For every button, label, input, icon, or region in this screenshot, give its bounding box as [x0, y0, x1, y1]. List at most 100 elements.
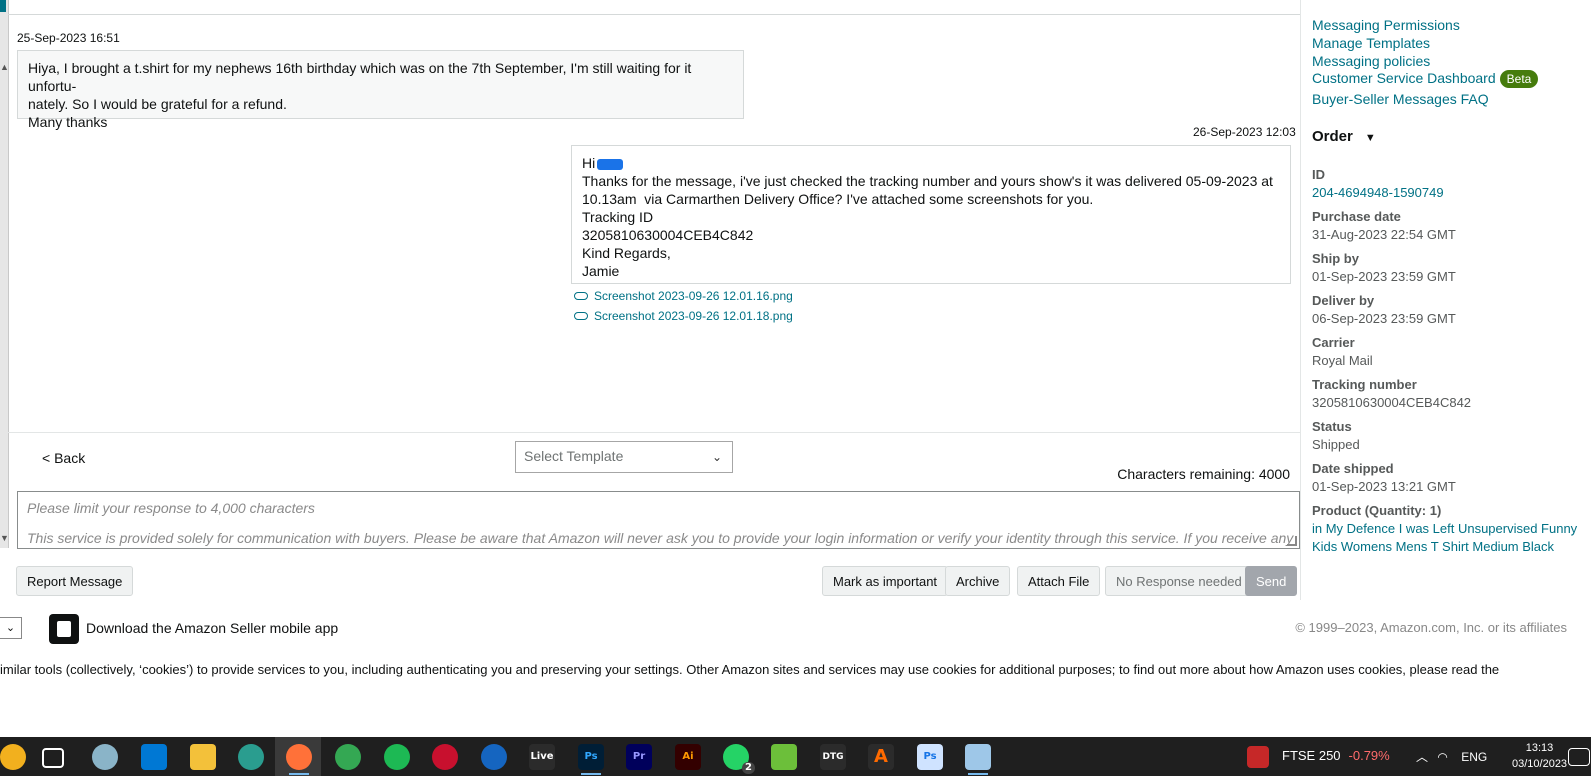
date-shipped-value: 01-Sep-2023 13:21 GMT — [1312, 479, 1456, 494]
notifications-icon[interactable] — [1568, 748, 1590, 766]
firefox-icon[interactable] — [286, 744, 312, 770]
clock-date: 03/10/2023 — [1512, 758, 1568, 770]
orange-a-app-icon[interactable]: A — [868, 744, 894, 770]
photoshop-icon[interactable]: Ps — [578, 744, 604, 770]
message-line: Thanks for the message, i've just checke… — [582, 173, 1273, 189]
chevron-down-icon: ⌄ — [711, 450, 722, 464]
date-shipped-label: Date shipped — [1312, 461, 1394, 476]
deliver-by-label: Deliver by — [1312, 293, 1375, 308]
stack-app-icon[interactable] — [771, 744, 797, 770]
select-template-label: Select Template — [524, 448, 624, 464]
page-footer: ⌄ Download the Amazon Seller mobile app … — [0, 601, 1591, 731]
store-icon[interactable] — [141, 744, 167, 770]
message-line: Hiya, I brought a t.shirt for my nephews… — [28, 60, 696, 94]
greeting: Hi — [582, 155, 596, 171]
deliver-by-value: 06-Sep-2023 23:59 GMT — [1312, 311, 1456, 326]
copyright-text: © 1999–2023, Amazon.com, Inc. or its aff… — [1295, 620, 1567, 635]
ship-by-label: Ship by — [1312, 251, 1359, 266]
paperclip-icon — [574, 312, 588, 320]
paperclip-icon — [574, 292, 588, 300]
notepad-icon[interactable] — [965, 744, 991, 770]
messaging-permissions-link[interactable]: Messaging Permissions — [1312, 17, 1460, 33]
windows-taskbar: Live Ps Pr Ai 2 DTG A Ps FTSE 250 -0.79% … — [0, 737, 1591, 776]
system-tray[interactable]: ︿ ◠ ENG — [1416, 748, 1487, 765]
messaging-policies-link[interactable]: Messaging policies — [1312, 53, 1430, 69]
rocket-app-icon[interactable] — [92, 744, 118, 770]
placeholder-line: This service is provided solely for comm… — [27, 530, 1294, 546]
beta-badge: Beta — [1499, 70, 1539, 88]
attachment-link[interactable]: Screenshot 2023-09-26 12.01.16.png — [574, 289, 793, 303]
incoming-timestamp: 25-Sep-2023 16:51 — [17, 31, 120, 45]
file-explorer-icon[interactable] — [190, 744, 216, 770]
photoshop-express-icon[interactable]: Ps — [917, 744, 943, 770]
no-response-needed-button[interactable]: No Response needed — [1105, 566, 1253, 596]
ftse-change: -0.79% — [1348, 748, 1390, 763]
task-view-icon[interactable] — [42, 748, 64, 768]
purchase-date-label: Purchase date — [1312, 209, 1401, 224]
status-value: Shipped — [1312, 437, 1360, 452]
back-link[interactable]: < Back — [42, 450, 85, 466]
archive-button[interactable]: Archive — [945, 566, 1011, 596]
message-line: Kind Regards, — [582, 245, 671, 261]
system-clock[interactable]: 13:13 03/10/2023 — [1512, 740, 1567, 772]
message-line: 10.13am via Carmarthen Delivery Office? … — [582, 191, 1094, 207]
buyer-seller-faq-link[interactable]: Buyer-Seller Messages FAQ — [1312, 91, 1489, 107]
product-link[interactable]: Kids Womens Mens T Shirt Medium Black — [1312, 539, 1554, 554]
premiere-icon[interactable]: Pr — [626, 744, 652, 770]
outgoing-timestamp: 26-Sep-2023 12:03 — [1193, 125, 1296, 139]
incoming-message: Hiya, I brought a t.shirt for my nephews… — [17, 50, 744, 130]
side-panel: Messaging Permissions Manage Templates M… — [1312, 0, 1591, 600]
red-app-icon[interactable] — [432, 744, 458, 770]
order-id-link[interactable]: 204-4694948-1590749 — [1312, 185, 1444, 200]
send-button[interactable]: Send — [1245, 566, 1298, 596]
manage-templates-link[interactable]: Manage Templates — [1312, 35, 1430, 51]
message-line: Tracking ID — [582, 209, 654, 225]
message-line: Jamie — [582, 263, 620, 279]
mark-important-button[interactable]: Mark as important — [822, 566, 949, 596]
attachment-link[interactable]: Screenshot 2023-09-26 12.01.18.png — [574, 309, 793, 323]
start-flower-icon[interactable] — [0, 744, 26, 770]
status-label: Status — [1312, 419, 1352, 434]
resize-grip-icon[interactable] — [1287, 536, 1297, 546]
product-label: Product (Quantity: 1) — [1312, 503, 1442, 518]
amazon-app-icon[interactable] — [49, 614, 79, 644]
ftse-label: FTSE 250 — [1282, 748, 1341, 763]
attach-file-button[interactable]: Attach File — [1017, 566, 1101, 596]
compose-divider — [8, 432, 1300, 433]
redacted-name — [597, 158, 624, 170]
product-link[interactable]: in My Defence I was Left Unsupervised Fu… — [1312, 521, 1577, 536]
report-message-button[interactable]: Report Message — [16, 566, 134, 596]
wifi-icon[interactable]: ◠ — [1437, 750, 1447, 764]
message-line: 3205810630004CEB4C842 — [582, 227, 754, 243]
stock-chart-icon[interactable] — [1247, 746, 1269, 768]
live-app-icon[interactable]: Live — [529, 744, 555, 770]
select-template-dropdown[interactable]: Select Template ⌄ — [515, 441, 733, 473]
ftse-widget[interactable]: FTSE 250 -0.79% — [1282, 748, 1390, 763]
chevron-down-icon: ⌄ — [5, 622, 16, 634]
customer-service-dashboard-link[interactable]: Customer Service Dashboard Beta — [1312, 70, 1539, 88]
placeholder-line: Please limit your response to 4,000 char… — [27, 500, 315, 516]
chevron-up-icon[interactable]: ︿ — [1416, 750, 1428, 764]
dtg-app-icon[interactable]: DTG — [820, 744, 846, 770]
purchase-date-value: 31-Aug-2023 22:54 GMT — [1312, 227, 1456, 242]
tracking-number-label: Tracking number — [1312, 377, 1417, 392]
illustrator-icon[interactable]: Ai — [675, 744, 701, 770]
outgoing-message: Hi Thanks for the message, i've just che… — [571, 145, 1291, 284]
whatsapp-icon[interactable]: 2 — [723, 744, 755, 774]
cookie-notice: imilar tools (collectively, ‘cookies’) t… — [0, 662, 1500, 677]
download-app-link[interactable]: Download the Amazon Seller mobile app — [86, 620, 338, 636]
blue-app-icon[interactable] — [481, 744, 507, 770]
ship-by-value: 01-Sep-2023 23:59 GMT — [1312, 269, 1456, 284]
chrome-icon[interactable] — [335, 744, 361, 770]
clock-time: 13:13 — [1525, 742, 1554, 754]
carrier-value: Royal Mail — [1312, 353, 1373, 368]
order-id-label: ID — [1312, 167, 1325, 182]
language-indicator[interactable]: ENG — [1461, 750, 1487, 764]
spotify-icon[interactable] — [384, 744, 410, 770]
reply-textarea[interactable]: Please limit your response to 4,000 char… — [17, 491, 1300, 549]
language-dropdown[interactable]: ⌄ — [0, 617, 22, 639]
thread-top-border — [8, 0, 1300, 15]
order-section-toggle[interactable]: Order ▼ — [1312, 128, 1376, 145]
tracking-number-value: 3205810630004CEB4C842 — [1312, 395, 1472, 410]
edge-icon[interactable] — [238, 744, 264, 770]
